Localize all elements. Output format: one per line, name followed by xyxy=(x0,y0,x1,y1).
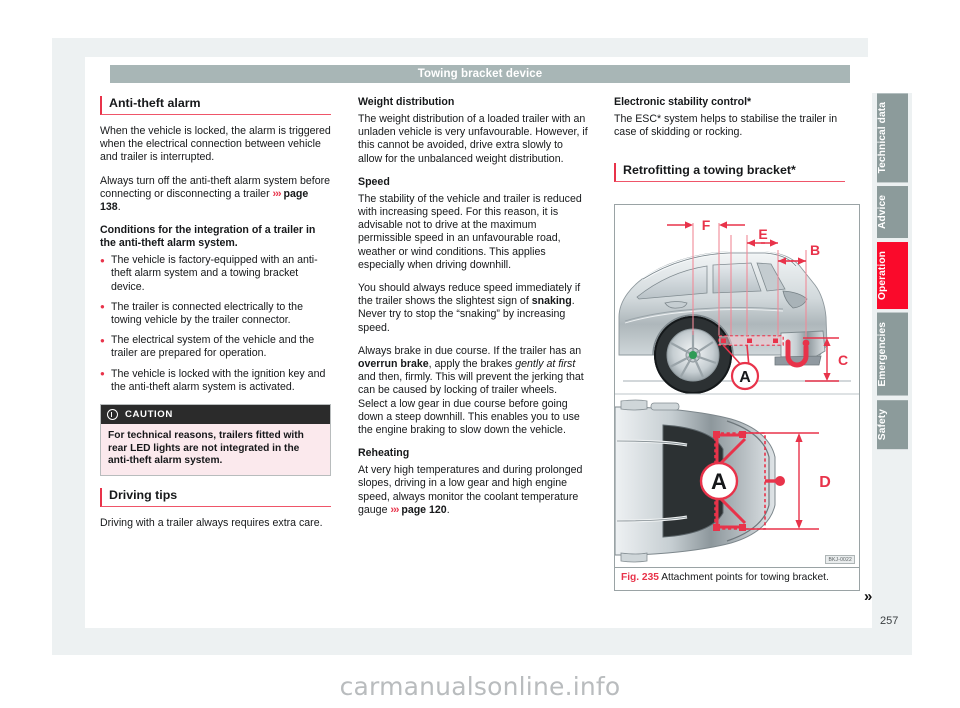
paragraph-weight-distribution: The weight distribution of a loaded trai… xyxy=(358,113,588,165)
section-title-anti-theft-alarm: Anti-theft alarm xyxy=(100,96,331,115)
tab-advice[interactable]: Advice xyxy=(877,186,908,239)
paragraph-turn-off-alarm: Always turn off the anti-theft alarm sys… xyxy=(100,175,331,215)
paragraph-speed-stability: The stability of the vehicle and trailer… xyxy=(358,192,582,271)
paragraph-braking-c: , apply the brakes xyxy=(428,358,516,371)
figure-number: Fig. 235 xyxy=(621,572,659,583)
paragraph-braking-a: Always brake in due course. If the trail… xyxy=(358,344,582,357)
caution-box-text: For technical reasons, trailers fitted w… xyxy=(101,424,330,476)
tab-technical-data[interactable]: Technical data xyxy=(877,93,908,183)
list-item: The vehicle is factory-equipped with an … xyxy=(100,254,331,294)
paragraph-braking-e: and then, firmly. This will prevent the … xyxy=(358,371,584,437)
cross-reference-page-120[interactable]: ››› page 120 xyxy=(390,504,446,516)
label-E: E xyxy=(758,226,767,242)
continuation-arrow: » xyxy=(864,588,872,605)
paragraph-driving-tips: Driving with a trailer always requires e… xyxy=(100,517,323,530)
label-C: C xyxy=(838,352,848,368)
caution-label: CAUTION xyxy=(125,409,173,421)
section-title-driving-tips: Driving tips xyxy=(100,488,331,508)
tab-emergencies[interactable]: Emergencies xyxy=(877,313,908,396)
paragraph-reheating: At very high temperatures and during pro… xyxy=(358,464,589,517)
exclamation-circle-icon xyxy=(107,409,118,421)
site-watermark: carmanualsonline.info xyxy=(339,672,621,701)
figure-image-code: BKJ-0022 xyxy=(825,555,855,564)
column-3: Electronic stability control* The ESC* s… xyxy=(614,96,845,192)
paragraph-turn-off-alarm-end: . xyxy=(117,201,121,214)
list-item: The electrical system of the vehicle and… xyxy=(100,334,331,360)
figure-container: A F E B C A D BKJ-0022 Fig. 235 Attachme… xyxy=(614,204,860,591)
subheading-reheating: Reheating xyxy=(358,447,410,460)
tab-operation[interactable]: Operation xyxy=(877,242,908,310)
towing-bracket-attachment-diagram: A F E B C A D xyxy=(615,205,859,567)
chapter-tabs: Technical data Advice Operation Emergenc… xyxy=(877,93,908,453)
subheading-electronic-stability-control: Electronic stability control* xyxy=(614,96,752,108)
label-F: F xyxy=(702,217,711,233)
page-mat-notch xyxy=(868,38,912,93)
page-number: 257 xyxy=(880,615,899,627)
cross-reference-page-120-label: page 120 xyxy=(398,503,447,516)
figure-caption: Fig. 235 Attachment points for towing br… xyxy=(615,567,859,590)
section-title-retrofitting-towing-bracket: Retrofitting a towing bracket* xyxy=(614,163,845,183)
paragraph-snaking-emphasis: snaking xyxy=(531,295,572,308)
paragraph-braking: Always brake in due course. If the trail… xyxy=(358,345,589,437)
subheading-weight-distribution: Weight distribution xyxy=(358,96,455,108)
subheading-speed: Speed xyxy=(358,175,390,188)
label-A-top: A xyxy=(739,369,751,386)
figure-caption-text: Attachment points for towing bracket. xyxy=(661,572,829,583)
figure-image: A F E B C A D BKJ-0022 xyxy=(615,205,859,567)
label-B: B xyxy=(810,242,820,258)
list-item: The trailer is connected electrically to… xyxy=(100,300,331,327)
paragraph-braking-gently-at-first: gently at first xyxy=(515,358,576,371)
conditions-bullet-list: The vehicle is factory-equipped with an … xyxy=(100,254,331,394)
list-item: The vehicle is locked with the ignition … xyxy=(100,367,331,394)
tab-safety[interactable]: Safety xyxy=(877,399,908,450)
paragraph-alarm-trigger: When the vehicle is locked, the alarm is… xyxy=(100,125,331,164)
paragraph-esc: The ESC* system helps to stabilise the t… xyxy=(614,113,838,139)
paragraph-snaking: You should always reduce speed immediate… xyxy=(358,282,589,335)
caution-box: CAUTION For technical reasons, trailers … xyxy=(100,404,331,477)
label-A-bottom: A xyxy=(711,469,727,494)
manual-page-screenshot: Towing bracket device Anti-theft alarm W… xyxy=(0,0,960,708)
column-2: Weight distribution The weight distribut… xyxy=(358,96,589,527)
caution-box-header: CAUTION xyxy=(101,405,330,425)
paragraph-braking-overrun-brake: overrun brake xyxy=(358,358,429,371)
column-1: Anti-theft alarm When the vehicle is loc… xyxy=(100,96,331,540)
page-header-bar: Towing bracket device xyxy=(110,65,850,83)
paragraph-reheating-end: . xyxy=(446,503,450,516)
label-D: D xyxy=(819,474,831,491)
page-header-title: Towing bracket device xyxy=(417,68,543,80)
subheading-conditions-integration: Conditions for the integration of a trai… xyxy=(100,224,316,250)
chevron-ref-icon: ››› xyxy=(272,187,282,200)
